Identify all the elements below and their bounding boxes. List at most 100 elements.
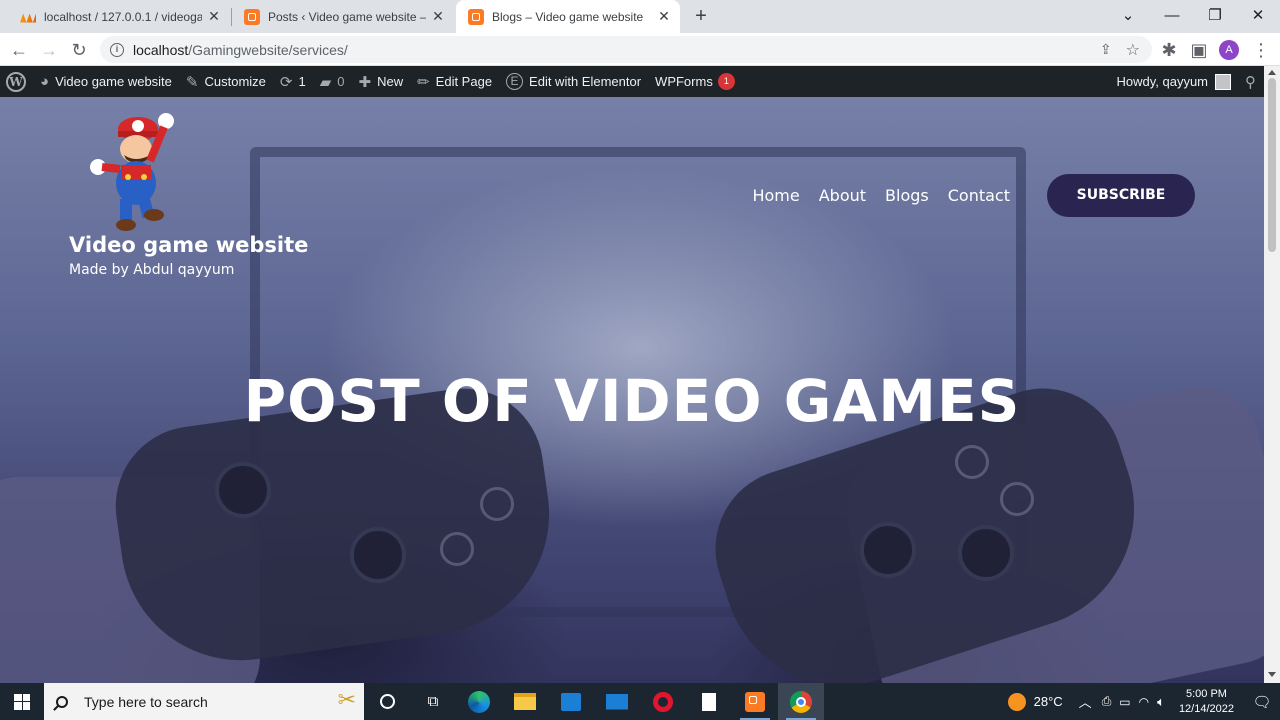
my-account-link[interactable]: Howdy, qayyum [1109, 66, 1238, 97]
tab-search-icon[interactable]: ⌄ [1106, 0, 1150, 30]
edit-page-label: Edit Page [435, 74, 493, 89]
admin-search-icon[interactable]: ⚲ [1238, 66, 1264, 97]
share-icon[interactable]: ⇪ [1100, 41, 1112, 58]
store-icon[interactable] [548, 683, 594, 720]
dashboard-icon: ◕ [40, 73, 50, 90]
nav-contact[interactable]: Contact [948, 186, 1010, 205]
new-tab-button[interactable]: + [690, 5, 712, 27]
meet-now-icon[interactable]: ⎙ [1102, 694, 1112, 709]
nav-blogs[interactable]: Blogs [885, 186, 929, 205]
close-icon[interactable]: ✕ [206, 8, 222, 25]
url-host: localhost [133, 41, 189, 58]
edit-page-link[interactable]: ✏ Edit Page [410, 66, 499, 97]
edit-elementor-link[interactable]: E Edit with Elementor [499, 66, 648, 97]
wpforms-label: WPForms [655, 74, 713, 89]
new-label: New [377, 74, 404, 89]
tab-title: localhost / 127.0.0.1 / videogame [44, 9, 202, 24]
comments-count: 0 [337, 74, 345, 89]
windows-taskbar: Type here to search ✂ ⧉ 28°C ︿ ⎙ ▭ ◠ 🔈︎ … [0, 683, 1280, 720]
notepad-icon[interactable] [686, 683, 732, 720]
opera-icon[interactable] [640, 683, 686, 720]
subscribe-button[interactable]: SUBSCRIBE [1047, 174, 1195, 217]
customize-label: Customize [204, 74, 266, 89]
menu-icon[interactable]: ⋮ [1248, 37, 1274, 63]
avatar: A [1219, 40, 1239, 60]
customize-link[interactable]: ✎ Customize [179, 66, 273, 97]
xampp-icon [468, 8, 484, 25]
updates-link[interactable]: ⟳ 1 [273, 66, 313, 97]
battery-icon[interactable]: ▭ [1119, 695, 1130, 709]
edit-elementor-label: Edit with Elementor [529, 74, 642, 89]
windows-icon [14, 693, 30, 710]
scroll-thumb[interactable] [1268, 78, 1276, 252]
nav-home[interactable]: Home [752, 186, 799, 205]
site-name-label: Video game website [55, 74, 172, 89]
wordpress-icon: W [6, 71, 26, 92]
forward-icon[interactable]: → [36, 37, 62, 63]
scroll-up-icon[interactable] [1268, 70, 1276, 75]
site-title[interactable]: Video game website [69, 233, 308, 257]
comment-icon: ▰ [319, 73, 332, 91]
weather-temperature[interactable]: 28°C [1034, 694, 1063, 709]
main-navigation: Home About Blogs Contact [752, 186, 1010, 205]
reload-icon[interactable]: ↻ [66, 37, 92, 63]
search-icon [56, 695, 68, 708]
side-panel-icon[interactable]: ▣ [1186, 37, 1212, 63]
site-name-link[interactable]: ◕ Video game website [33, 66, 179, 97]
site-tagline: Made by Abdul qayyum [69, 262, 235, 278]
brush-icon: ✎ [185, 73, 199, 91]
wp-admin-bar: W ◕ Video game website ✎ Customize ⟳ 1 ▰… [0, 66, 1264, 97]
tab-posts[interactable]: Posts ‹ Video game website — W ✕ [232, 0, 454, 33]
file-explorer-icon[interactable] [502, 683, 548, 720]
notifications-icon[interactable]: 🗨︎ [1244, 693, 1280, 711]
avatar [1215, 73, 1231, 90]
notification-badge: 1 [717, 73, 735, 90]
new-content-link[interactable]: ✚ New [352, 66, 411, 97]
extensions-icon[interactable]: ✱ [1156, 37, 1182, 63]
wifi-icon[interactable]: ◠ [1139, 695, 1149, 709]
mail-icon[interactable] [594, 683, 640, 720]
minimize-button[interactable]: — [1150, 0, 1194, 30]
profile-button[interactable]: A [1216, 37, 1242, 63]
bookmark-star-icon[interactable]: ☆ [1126, 40, 1140, 60]
volume-icon[interactable]: 🔈︎ [1157, 694, 1165, 710]
tab-blogs[interactable]: Blogs – Video game website ✕ [456, 0, 680, 33]
search-placeholder: Type here to search [84, 693, 208, 710]
tab-title: Posts ‹ Video game website — W [268, 9, 426, 24]
browser-toolbar: ← → ↻ i localhost/Gamingwebsite/services… [0, 33, 1280, 66]
howdy-label: Howdy, qayyum [1116, 74, 1208, 89]
nav-about[interactable]: About [819, 186, 866, 205]
page-scrollbar[interactable] [1264, 66, 1280, 683]
comments-link[interactable]: ▰ 0 [313, 66, 352, 97]
tab-title: Blogs – Video game website [492, 9, 644, 24]
cortana-icon[interactable] [364, 683, 410, 720]
updates-count: 1 [298, 74, 306, 89]
task-view-icon[interactable]: ⧉ [410, 683, 456, 720]
system-tray: 28°C ︿ ⎙ ▭ ◠ 🔈︎ 5:00 PM 12/14/2022 🗨︎ [1007, 683, 1280, 720]
wpforms-link[interactable]: WPForms 1 [648, 66, 742, 97]
window-close-button[interactable]: ✕ [1236, 0, 1280, 30]
weather-icon[interactable] [1007, 692, 1026, 711]
close-icon[interactable]: ✕ [430, 8, 446, 25]
search-highlight-icon: ✂ [337, 687, 356, 712]
edge-icon[interactable] [456, 683, 502, 720]
scroll-down-icon[interactable] [1268, 672, 1276, 677]
site-logo[interactable] [88, 111, 174, 235]
back-icon[interactable]: ← [6, 37, 32, 63]
xampp-icon [244, 8, 260, 25]
chevron-up-icon[interactable]: ︿ [1079, 692, 1092, 711]
url-path: /Gamingwebsite/services/ [188, 41, 348, 58]
close-icon[interactable]: ✕ [656, 8, 672, 25]
address-bar[interactable]: i localhost/Gamingwebsite/services/ ⇪ ☆ [100, 36, 1152, 63]
chrome-icon[interactable] [778, 683, 824, 720]
taskbar-search[interactable]: Type here to search ✂ [44, 683, 364, 720]
clock-date: 12/14/2022 [1178, 702, 1234, 715]
clock[interactable]: 5:00 PM 12/14/2022 [1169, 687, 1244, 717]
wp-logo-button[interactable]: W [0, 66, 33, 97]
tab-phpmyadmin[interactable]: localhost / 127.0.0.1 / videogame ✕ [8, 0, 230, 33]
xampp-taskbar-icon[interactable] [732, 683, 778, 720]
site-info-icon[interactable]: i [110, 42, 124, 57]
start-button[interactable] [0, 683, 44, 720]
tab-strip: localhost / 127.0.0.1 / videogame ✕ Post… [0, 0, 1280, 33]
restore-button[interactable]: ❐ [1193, 0, 1237, 30]
